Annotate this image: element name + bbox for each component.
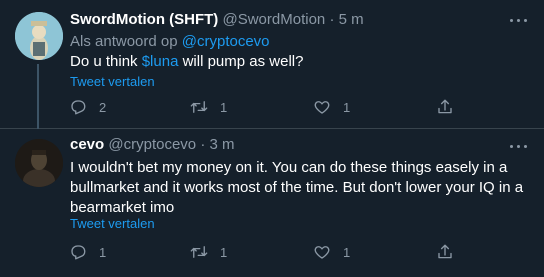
reply-icon [71,245,86,260]
reply-button[interactable]: 2 [69,97,106,117]
user-handle[interactable]: @cryptocevo [108,136,196,153]
share-button[interactable] [436,97,454,117]
avatar[interactable] [15,139,63,187]
like-icon [314,246,330,259]
tweet-actions: 1 1 1 [0,242,544,262]
tweet-header: SwordMotion (SHFT) @SwordMotion · 5 m [70,10,364,30]
retweet-count: 1 [220,99,228,115]
text-before: Do u think [70,53,142,70]
tweet-actions: 2 1 1 [0,97,544,117]
cashtag-link[interactable]: $luna [142,53,179,70]
like-count: 1 [343,99,351,115]
separator: · [329,11,335,28]
replying-to: Als antwoord op @cryptocevo [70,33,270,50]
display-name[interactable]: SwordMotion (SHFT) [70,11,218,28]
retweet-button[interactable]: 1 [190,97,227,117]
reply-count: 2 [99,99,107,115]
translate-link[interactable]: Tweet vertalen [70,74,155,89]
translate-link[interactable]: Tweet vertalen [70,216,155,231]
timestamp[interactable]: 5 m [339,11,364,28]
display-name[interactable]: cevo [70,136,104,153]
tweet-text: I wouldn't bet my money on it. You can d… [70,159,524,216]
tweet[interactable]: cevo @cryptocevo · 3 m I wouldn't bet my… [0,129,544,277]
more-icon[interactable] [508,135,530,157]
tweet[interactable]: SwordMotion (SHFT) @SwordMotion · 5 m Al… [0,0,544,129]
retweet-button[interactable]: 1 [190,242,227,262]
separator: · [200,136,206,153]
reply-handle-link[interactable]: @cryptocevo [182,33,270,50]
share-button[interactable] [436,242,454,262]
tweet-text: Do u think $luna will pump as well? [70,52,530,72]
text-after: will pump as well? [178,53,304,70]
reply-prefix: Als antwoord op [70,33,178,50]
user-handle[interactable]: @SwordMotion [222,11,325,28]
timestamp[interactable]: 3 m [209,136,234,153]
retweet-icon [190,246,208,258]
reply-button[interactable]: 1 [69,242,106,262]
like-button[interactable]: 1 [313,97,350,117]
more-icon[interactable] [508,9,530,31]
tweet-header: cevo @cryptocevo · 3 m [70,135,235,155]
like-button[interactable]: 1 [313,242,350,262]
avatar[interactable] [15,12,63,60]
like-count: 1 [343,244,351,260]
reply-icon [71,100,86,115]
share-icon [438,99,452,114]
retweet-count: 1 [220,244,228,260]
like-icon [314,101,330,114]
retweet-icon [190,101,208,113]
share-icon [438,244,452,259]
reply-count: 1 [99,244,107,260]
